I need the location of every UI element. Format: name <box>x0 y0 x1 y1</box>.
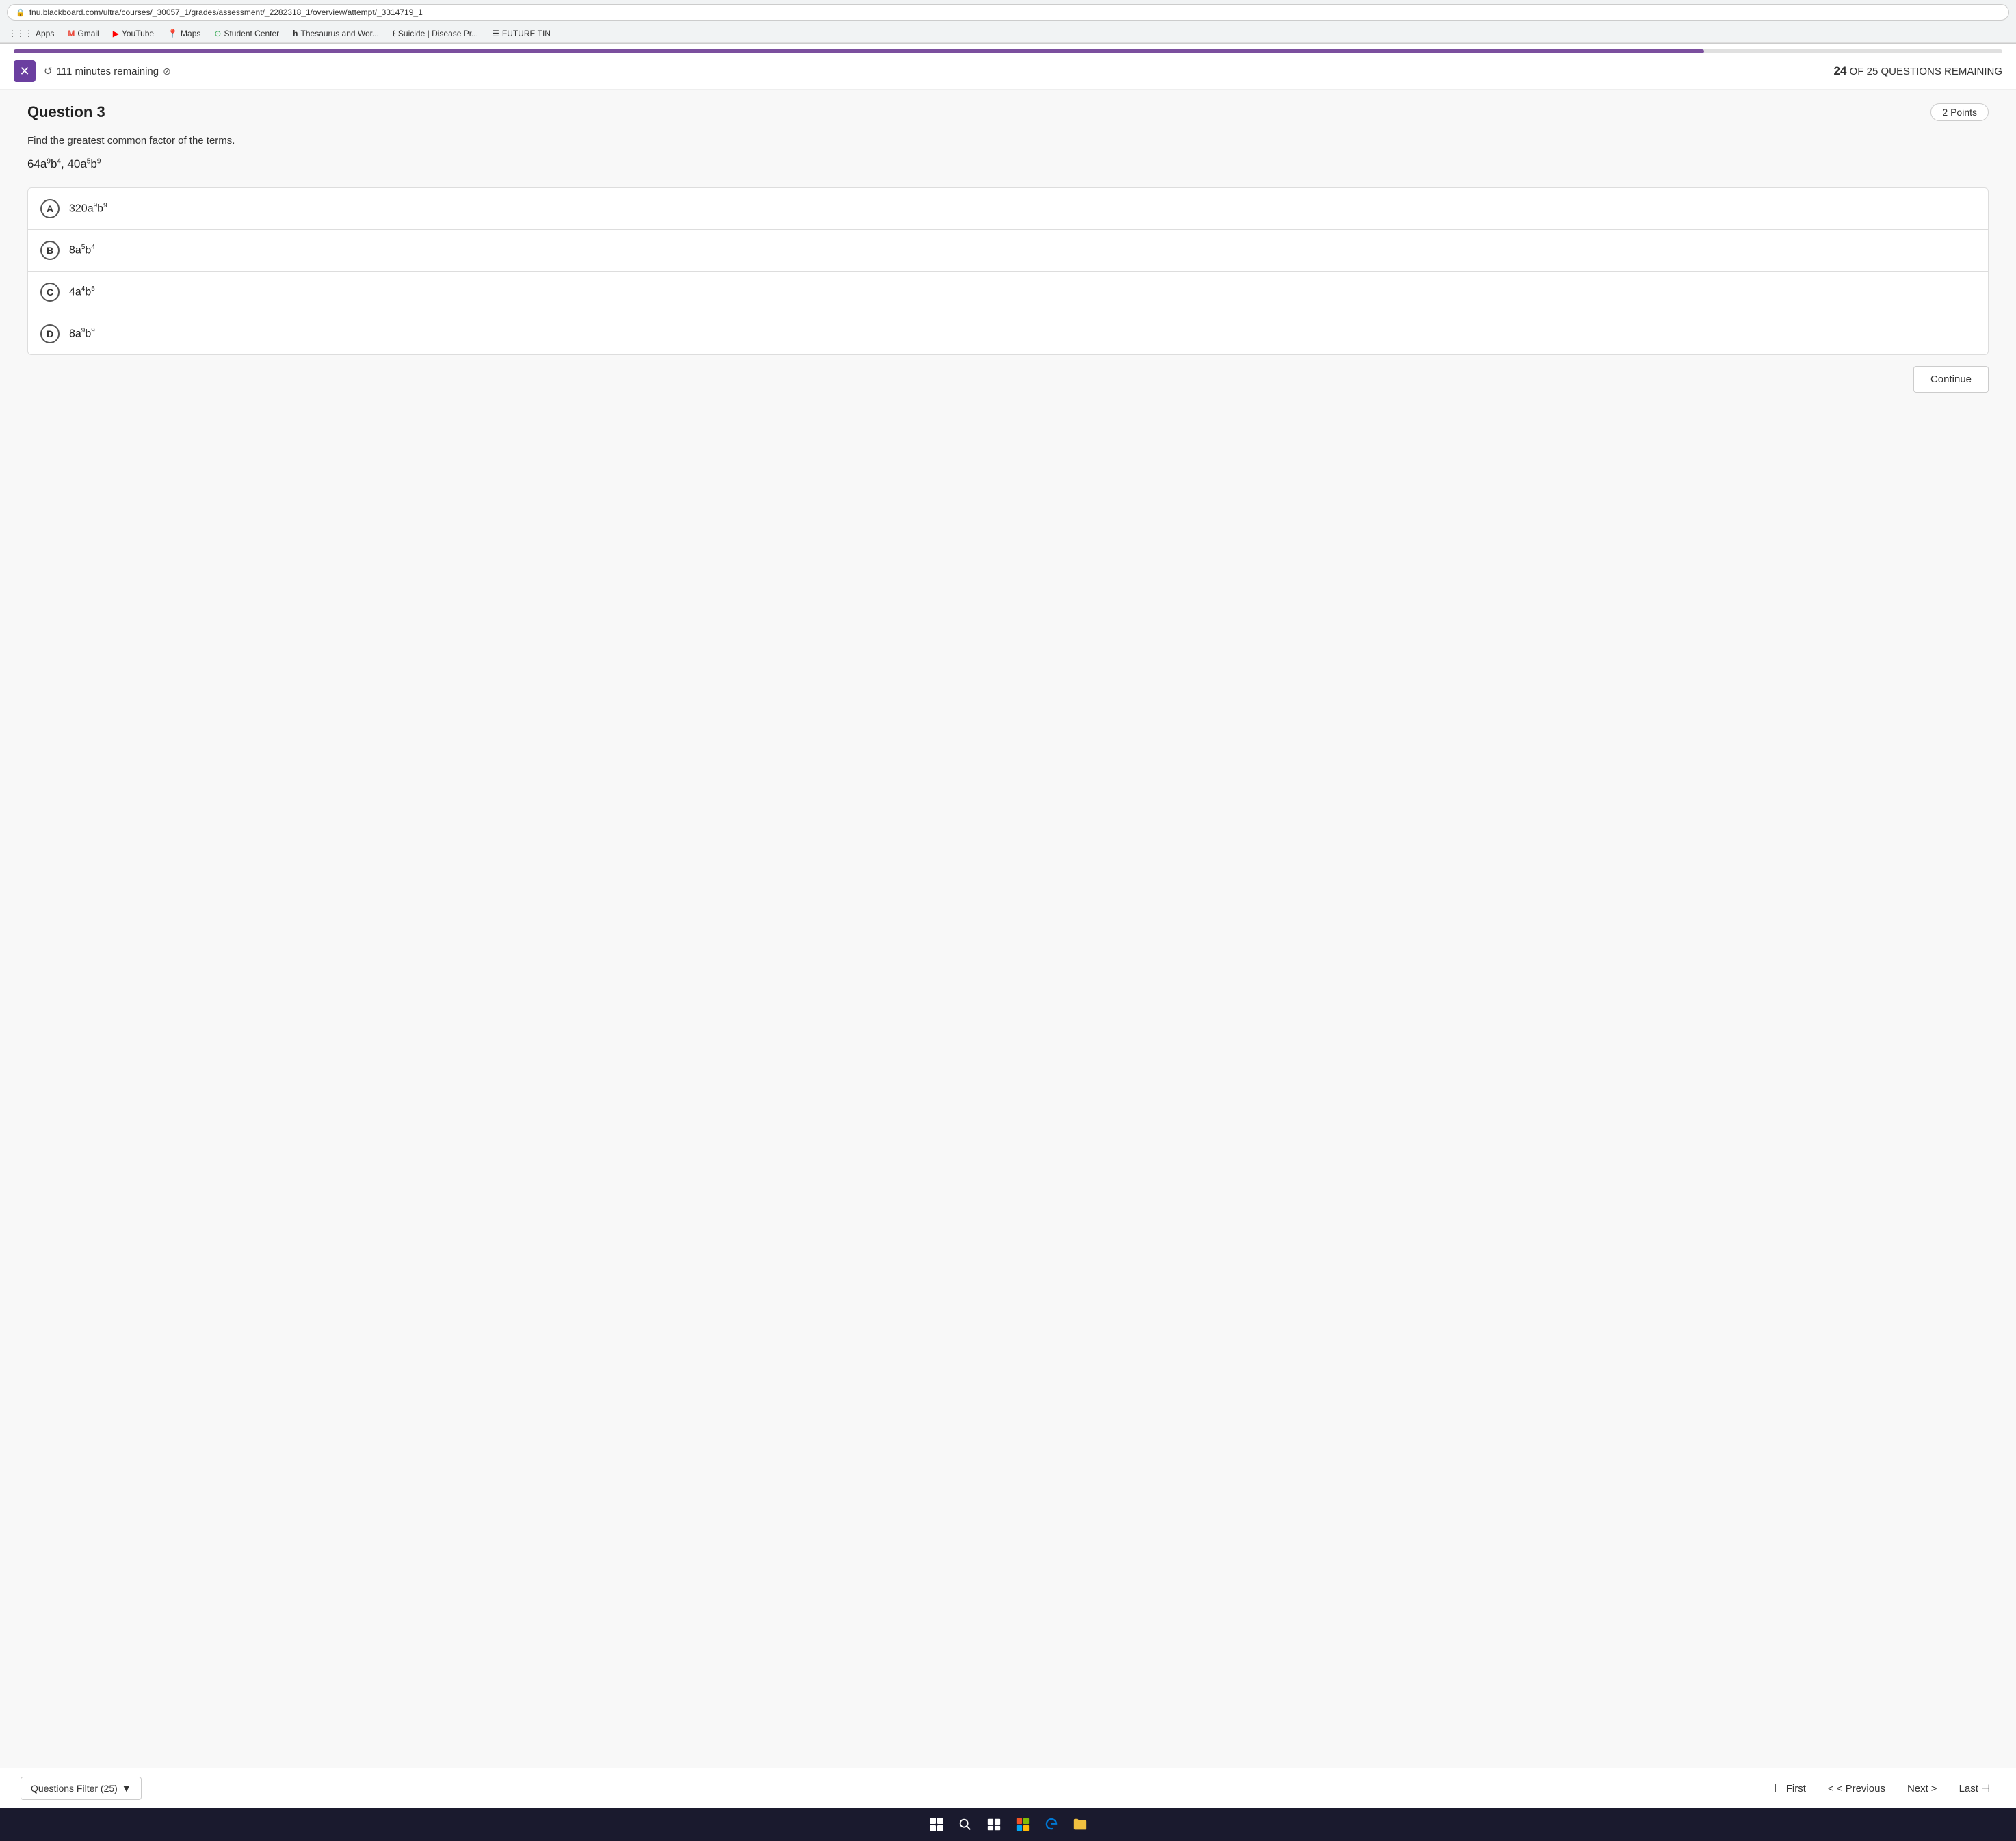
option-c[interactable]: C 4a4b5 <box>27 271 1989 313</box>
next-chevron: > <box>1931 1783 1937 1794</box>
student-center-icon: ⊙ <box>214 29 221 38</box>
continue-area: Continue <box>27 355 1989 404</box>
bookmark-youtube[interactable]: ▶ YouTube <box>110 27 157 40</box>
points-badge: 2 Points <box>1930 103 1989 121</box>
option-c-circle: C <box>40 283 60 302</box>
first-button[interactable]: ⊢ First <box>1769 1778 1811 1799</box>
thesaurus-icon: h <box>293 29 298 38</box>
url-text: fnu.blackboard.com/ultra/courses/_30057_… <box>29 8 423 17</box>
bookmark-youtube-label: YouTube <box>122 29 154 38</box>
bookmark-apps-label: Apps <box>36 29 54 38</box>
option-a-circle: A <box>40 199 60 218</box>
questions-current: 24 <box>1834 64 1847 77</box>
gmail-icon: M <box>68 29 75 38</box>
bookmark-future-tin-label: FUTURE TIN <box>502 29 551 38</box>
questions-remaining: 24 OF 25 QUESTIONS REMAINING <box>1834 64 2002 78</box>
quiz-header: ✕ ↺ 111 minutes remaining ⊘ 24 OF 25 QUE… <box>0 53 2016 90</box>
option-b[interactable]: B 8a5b4 <box>27 229 1989 271</box>
browser-chrome: 🔒 fnu.blackboard.com/ultra/courses/_3005… <box>0 0 2016 44</box>
taskbar-file-explorer[interactable] <box>1070 1814 1090 1835</box>
option-c-text: 4a4b5 <box>69 285 95 298</box>
answer-options: A 320a9b9 B 8a5b4 C 4a4b5 D <box>27 187 1989 355</box>
bookmark-future-tin[interactable]: ☰ FUTURE TIN <box>489 27 553 40</box>
option-d-circle: D <box>40 324 60 343</box>
option-a-text: 320a9b9 <box>69 202 107 215</box>
bookmark-gmail[interactable]: M Gmail <box>65 27 101 40</box>
close-button[interactable]: ✕ <box>14 60 36 82</box>
taskbar-store[interactable] <box>1012 1814 1033 1835</box>
question-expression: 64a9b4, 40a5b9 <box>27 157 1989 171</box>
lock-icon: 🔒 <box>16 8 25 17</box>
youtube-icon: ▶ <box>113 29 119 38</box>
bookmark-student-center[interactable]: ⊙ Student Center <box>211 27 282 40</box>
first-icon: ⊢ <box>1775 1782 1783 1794</box>
bookmark-maps-label: Maps <box>181 29 200 38</box>
question-prompt: Find the greatest common factor of the t… <box>27 135 1989 146</box>
quiz-nav: Questions Filter (25) ▼ ⊢ First < < Prev… <box>0 1768 2016 1808</box>
last-icon: ⊣ <box>1981 1782 1990 1794</box>
bookmark-maps[interactable]: 📍 Maps <box>165 27 203 40</box>
questions-remaining-label: OF 25 QUESTIONS REMAINING <box>1850 66 2002 77</box>
taskbar-search-button[interactable] <box>955 1814 976 1835</box>
filter-label: Questions Filter (25) <box>31 1783 118 1794</box>
taskbar <box>0 1808 2016 1841</box>
taskbar-edge[interactable] <box>1041 1814 1062 1835</box>
taskbar-windows-button[interactable] <box>926 1814 947 1835</box>
quiz-content: Question 3 2 Points Find the greatest co… <box>0 90 2016 1768</box>
page-wrapper: ✕ ↺ 111 minutes remaining ⊘ 24 OF 25 QUE… <box>0 44 2016 1808</box>
quiz-header-left: ✕ ↺ 111 minutes remaining ⊘ <box>14 60 171 82</box>
timer-bar-container <box>0 44 2016 53</box>
first-label: First <box>1786 1783 1806 1794</box>
option-b-circle: B <box>40 241 60 260</box>
previous-chevron: < <box>1828 1783 1834 1794</box>
timer-text-label: 111 minutes remaining <box>57 66 159 77</box>
taskbar-task-view[interactable] <box>984 1814 1004 1835</box>
maps-icon: 📍 <box>168 29 178 38</box>
previous-label: < Previous <box>1837 1783 1885 1794</box>
future-tin-icon: ☰ <box>492 29 499 38</box>
nav-buttons: ⊢ First < < Previous Next > Last ⊣ <box>1769 1778 1995 1799</box>
bookmark-thesaurus-label: Thesaurus and Wor... <box>301 29 380 38</box>
timer-refresh-icon: ↺ <box>44 65 53 77</box>
option-b-text: 8a5b4 <box>69 244 95 257</box>
suicide-icon: ℓ <box>393 29 395 38</box>
bookmark-suicide[interactable]: ℓ Suicide | Disease Pr... <box>390 27 481 40</box>
no-calculator-icon: ⊘ <box>163 66 171 77</box>
address-bar[interactable]: 🔒 fnu.blackboard.com/ultra/courses/_3005… <box>7 4 2009 21</box>
questions-filter-button[interactable]: Questions Filter (25) ▼ <box>21 1777 142 1800</box>
timer-display: ↺ 111 minutes remaining ⊘ <box>44 65 171 77</box>
last-button[interactable]: Last ⊣ <box>1954 1778 1995 1799</box>
previous-button[interactable]: < < Previous <box>1822 1779 1891 1799</box>
next-button[interactable]: Next > <box>1902 1779 1943 1799</box>
bookmark-suicide-label: Suicide | Disease Pr... <box>398 29 478 38</box>
option-d[interactable]: D 8a9b9 <box>27 313 1989 355</box>
last-label: Last <box>1959 1783 1978 1794</box>
option-a[interactable]: A 320a9b9 <box>27 187 1989 229</box>
bookmark-gmail-label: Gmail <box>77 29 99 38</box>
question-header: Question 3 2 Points <box>27 103 1989 121</box>
bookmark-apps[interactable]: ⋮⋮⋮ Apps <box>5 27 57 40</box>
apps-icon: ⋮⋮⋮ <box>8 29 33 38</box>
continue-button[interactable]: Continue <box>1913 366 1989 393</box>
bookmark-student-center-label: Student Center <box>224 29 279 38</box>
option-d-text: 8a9b9 <box>69 327 95 340</box>
bookmark-thesaurus[interactable]: h Thesaurus and Wor... <box>290 27 382 40</box>
bookmarks-bar: ⋮⋮⋮ Apps M Gmail ▶ YouTube 📍 Maps ⊙ Stud… <box>0 25 2016 43</box>
filter-dropdown-icon: ▼ <box>122 1783 131 1794</box>
question-title: Question 3 <box>27 103 105 121</box>
next-label: Next <box>1907 1783 1928 1794</box>
